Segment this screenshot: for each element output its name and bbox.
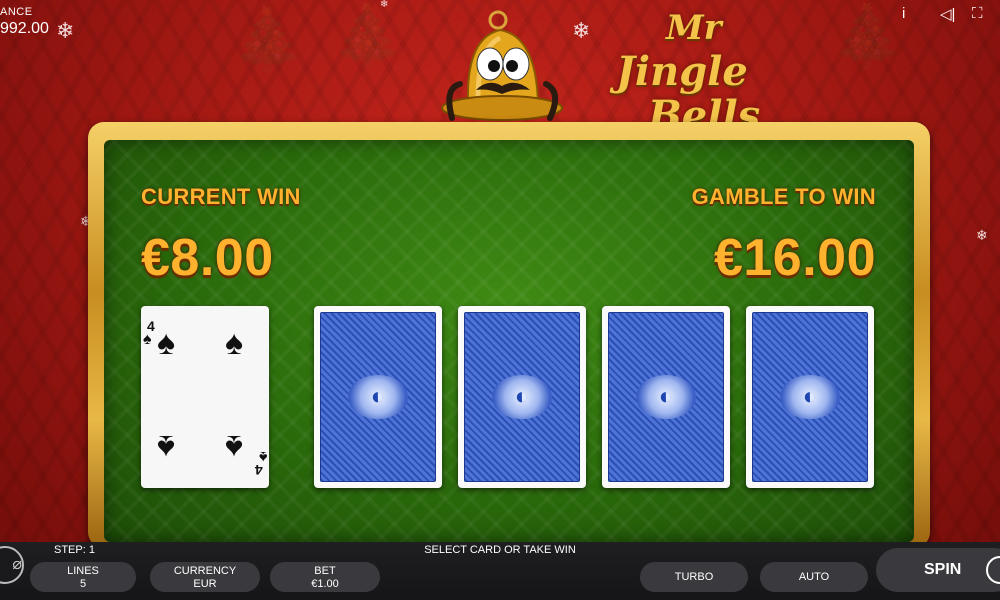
snowflake-icon: ❄ <box>380 0 389 10</box>
game-logo: Mr Jingle Bells <box>612 8 787 139</box>
face-down-card-3[interactable]: ◐ <box>602 306 730 488</box>
spade-icon: ♠ <box>225 428 244 466</box>
card-emblem-icon: ◐ <box>492 375 552 419</box>
tree-pattern: 🎄 <box>230 6 305 73</box>
snowflake-icon: ❄ <box>976 227 988 243</box>
spade-icon: ♠ <box>157 428 176 466</box>
bet-button[interactable]: BET €1.00 <box>270 562 380 592</box>
gamble-to-win-value: €16.00 <box>713 229 876 287</box>
lines-button[interactable]: LINES 5 <box>30 562 136 592</box>
logo-mr: Mr <box>666 8 722 48</box>
bet-value: €1.00 <box>311 578 339 590</box>
card-emblem-icon: ◐ <box>348 375 408 419</box>
face-down-card-4[interactable]: ◐ <box>746 306 874 488</box>
card-emblem-icon: ◐ <box>780 375 840 419</box>
revealed-card: 4 ♠ ♠ ♠ ♠ ♠ 4 ♠ <box>141 306 269 488</box>
balance-label: ANCE <box>0 6 33 18</box>
spade-icon: ♠ <box>225 324 244 362</box>
spade-icon: ♠ <box>157 324 176 362</box>
lines-label: LINES <box>67 565 99 577</box>
tree-pattern: 🎄 <box>830 2 905 69</box>
snowflake-icon: ❄ <box>56 18 75 43</box>
current-win-label: CURRENT WIN <box>141 184 301 209</box>
instruction-text: SELECT CARD OR TAKE WIN <box>424 544 576 556</box>
spade-icon: ♠ <box>258 448 268 465</box>
currency-button[interactable]: CURRENCY EUR <box>150 562 260 592</box>
face-down-card-1[interactable]: ◐ <box>314 306 442 488</box>
info-icon[interactable]: i <box>902 5 905 22</box>
current-win-value: €8.00 <box>141 229 274 287</box>
spin-button[interactable]: SPIN <box>876 548 1000 592</box>
spade-icon: ♠ <box>143 331 152 348</box>
bell-mascot-icon <box>438 8 573 128</box>
currency-label: CURRENCY <box>173 565 237 577</box>
card-emblem-icon: ◐ <box>636 375 696 419</box>
face-down-card-2[interactable]: ◐ <box>458 306 586 488</box>
logo-jingle: Jingle <box>616 48 748 95</box>
gamble-to-win-label: GAMBLE TO WIN <box>691 184 876 209</box>
currency-value: EUR <box>193 578 217 590</box>
lines-value: 5 <box>79 578 87 590</box>
fullscreen-icon[interactable]: ⛶ <box>972 5 983 22</box>
sound-icon[interactable]: ◁| <box>940 5 955 23</box>
auto-button[interactable]: AUTO <box>760 562 868 592</box>
tree-pattern: 🎄 <box>330 2 405 69</box>
turbo-button[interactable]: TURBO <box>640 562 748 592</box>
bet-label: BET <box>314 565 336 577</box>
snowflake-icon: ❄ <box>572 18 591 43</box>
balance-value: 992.00 <box>0 20 49 37</box>
